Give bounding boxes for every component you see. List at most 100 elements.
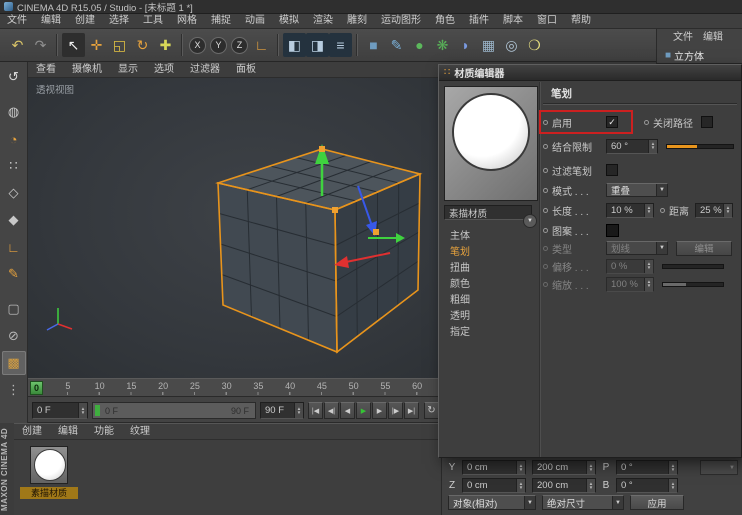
step-down-icon[interactable]: ▼ (297, 411, 301, 415)
material-menu-item[interactable]: 功能 (86, 425, 122, 439)
rotation-input[interactable]: 0 °▲▼ (616, 478, 678, 493)
channel-item[interactable]: 指定 (444, 325, 536, 341)
redo-icon[interactable]: ↷ (29, 33, 52, 57)
stepper-arrows[interactable]: ▲▼ (78, 403, 87, 418)
menu-item[interactable]: 选择 (102, 14, 136, 28)
size-mode-dropdown[interactable]: 绝对尺寸▼ (542, 495, 624, 510)
preview-options-button[interactable]: ▼ (523, 214, 537, 228)
size-input[interactable]: 200 cm▲▼ (532, 460, 596, 475)
next-key-button[interactable]: |▶ (388, 402, 403, 419)
next-frame-button[interactable]: ▶ (372, 402, 387, 419)
animation-dot-icon[interactable] (543, 144, 548, 149)
close-path-checkbox[interactable] (701, 116, 713, 128)
edge-mode-icon[interactable]: ◇ (2, 181, 26, 205)
edit-button[interactable]: 编辑 (676, 241, 732, 256)
3d-scene[interactable] (28, 78, 441, 378)
toolbar-separator[interactable] (56, 34, 58, 56)
scale-slider[interactable] (662, 282, 724, 287)
stepper-arrows[interactable]: ▲▼ (586, 479, 595, 492)
stepper-arrows[interactable]: ▲▼ (294, 403, 303, 418)
add-cube-icon[interactable]: ■ (362, 33, 385, 57)
position-input[interactable]: 0 cm▲▼ (462, 460, 526, 475)
pattern-swatch[interactable] (606, 224, 619, 237)
material-thumbnail[interactable] (30, 446, 68, 484)
attribute-object-row[interactable]: ■ 立方体 (657, 45, 742, 63)
goto-end-button[interactable]: ▶| (404, 402, 419, 419)
menu-item[interactable]: 渲染 (306, 14, 340, 28)
vertex-handle[interactable] (332, 207, 338, 213)
menu-item[interactable]: 捕捉 (204, 14, 238, 28)
viewport-menu-item[interactable]: 过滤器 (182, 63, 228, 77)
stepper-arrows[interactable]: ▲▼ (723, 204, 732, 217)
camera-icon[interactable]: ◎ (500, 33, 523, 57)
lock-y-axis-icon[interactable]: Y (210, 37, 227, 54)
loop-mode-button[interactable]: ↻ (424, 402, 439, 419)
range-current-marker[interactable] (95, 405, 100, 416)
viewport-solo-icon[interactable]: ▢ (2, 297, 26, 321)
toolbar-separator[interactable] (356, 34, 358, 56)
filter-strokes-checkbox[interactable] (606, 164, 618, 176)
step-down-icon[interactable]: ▼ (81, 411, 85, 415)
scale-icon[interactable]: ◱ (108, 33, 131, 57)
model-mode-icon[interactable]: ◍ (2, 100, 26, 124)
make-editable-icon[interactable]: ↺ (2, 65, 26, 89)
coordinates-extra-dropdown[interactable]: ▼ (700, 460, 738, 475)
material-menu-item[interactable]: 创建 (14, 425, 50, 439)
scale-input[interactable]: 100 %▲▼ (606, 277, 654, 292)
timeline-ruler[interactable]: 0 51015202530354045505560 (28, 378, 441, 397)
animation-dot-icon[interactable] (543, 168, 548, 173)
animation-dot-icon[interactable] (543, 188, 548, 193)
channel-item[interactable]: 主体 (444, 229, 536, 245)
viewport-canvas[interactable]: 透视视图 (28, 78, 441, 378)
stepper-arrows[interactable]: ▲▼ (648, 140, 657, 153)
viewport-menu-item[interactable]: 面板 (228, 63, 264, 77)
material-menu-item[interactable]: 编辑 (50, 425, 86, 439)
viewport-menu-item[interactable]: 摄像机 (64, 63, 110, 77)
animation-dot-icon[interactable] (660, 208, 665, 213)
subdivision-surface-icon[interactable]: ● (408, 33, 431, 57)
material-menu-item[interactable]: 纹理 (122, 425, 158, 439)
render-picture-viewer-icon[interactable]: ◨ (306, 33, 329, 57)
distance-input[interactable]: 25 %▲▼ (695, 203, 733, 218)
attribute-menu-item[interactable]: 编辑 (699, 31, 727, 45)
current-frame-input[interactable]: 0 F ▲▼ (32, 402, 88, 419)
spline-pen-icon[interactable]: ✎ (385, 33, 408, 57)
end-frame-input[interactable]: 90 F ▲▼ (260, 402, 304, 419)
workplane-pen-icon[interactable]: ✎ (2, 262, 26, 286)
title-bar[interactable]: CINEMA 4D R15.05 / Studio - [未标题 1 *] (0, 0, 742, 14)
lock-x-axis-icon[interactable]: X (189, 37, 206, 54)
rotate-icon[interactable]: ↻ (131, 33, 154, 57)
preview-range-slider[interactable]: 0 F 90 F (92, 402, 256, 419)
material-preview[interactable] (444, 86, 538, 201)
move-icon[interactable]: ✛ (85, 33, 108, 57)
viewport-menu-item[interactable]: 查看 (28, 63, 64, 77)
snap-icon[interactable]: ⋮ (2, 378, 26, 402)
floor-icon[interactable]: ▦ (477, 33, 500, 57)
polygon-mode-icon[interactable]: ◆ (2, 208, 26, 232)
light-icon[interactable]: ❍ (523, 33, 546, 57)
stepper-arrows[interactable]: ▲▼ (644, 260, 653, 273)
mode-dropdown[interactable]: 重叠▼ (606, 183, 668, 197)
menu-item[interactable]: 运动图形 (374, 14, 428, 28)
menu-item[interactable]: 创建 (68, 14, 102, 28)
join-limit-slider[interactable] (666, 144, 734, 149)
join-limit-input[interactable]: 60 °▲▼ (606, 139, 658, 154)
toolbar-separator[interactable] (277, 34, 279, 56)
channel-item[interactable]: 透明 (444, 309, 536, 325)
channel-item[interactable]: 粗细 (444, 293, 536, 309)
menu-item[interactable]: 网格 (170, 14, 204, 28)
live-selection-icon[interactable]: ↖ (62, 33, 85, 57)
material-name-input[interactable]: 素描材质 (444, 205, 532, 220)
menu-item[interactable]: 文件 (0, 14, 34, 28)
apply-button[interactable]: 应用 (630, 495, 684, 510)
attribute-menu-item[interactable]: 文件 (669, 31, 697, 45)
viewport-menu-item[interactable]: 选项 (146, 63, 182, 77)
channel-item[interactable]: 笔划 (444, 245, 536, 261)
menu-item[interactable]: 插件 (462, 14, 496, 28)
last-tool-icon[interactable]: ✚ (154, 33, 177, 57)
menu-item[interactable]: 脚本 (496, 14, 530, 28)
dialog-title-bar[interactable]: ∷ 材质编辑器 (439, 65, 741, 81)
stepper-arrows[interactable]: ▲▼ (516, 461, 525, 474)
stepper-arrows[interactable]: ▲▼ (644, 204, 653, 217)
offset-input[interactable]: 0 %▲▼ (606, 259, 654, 274)
